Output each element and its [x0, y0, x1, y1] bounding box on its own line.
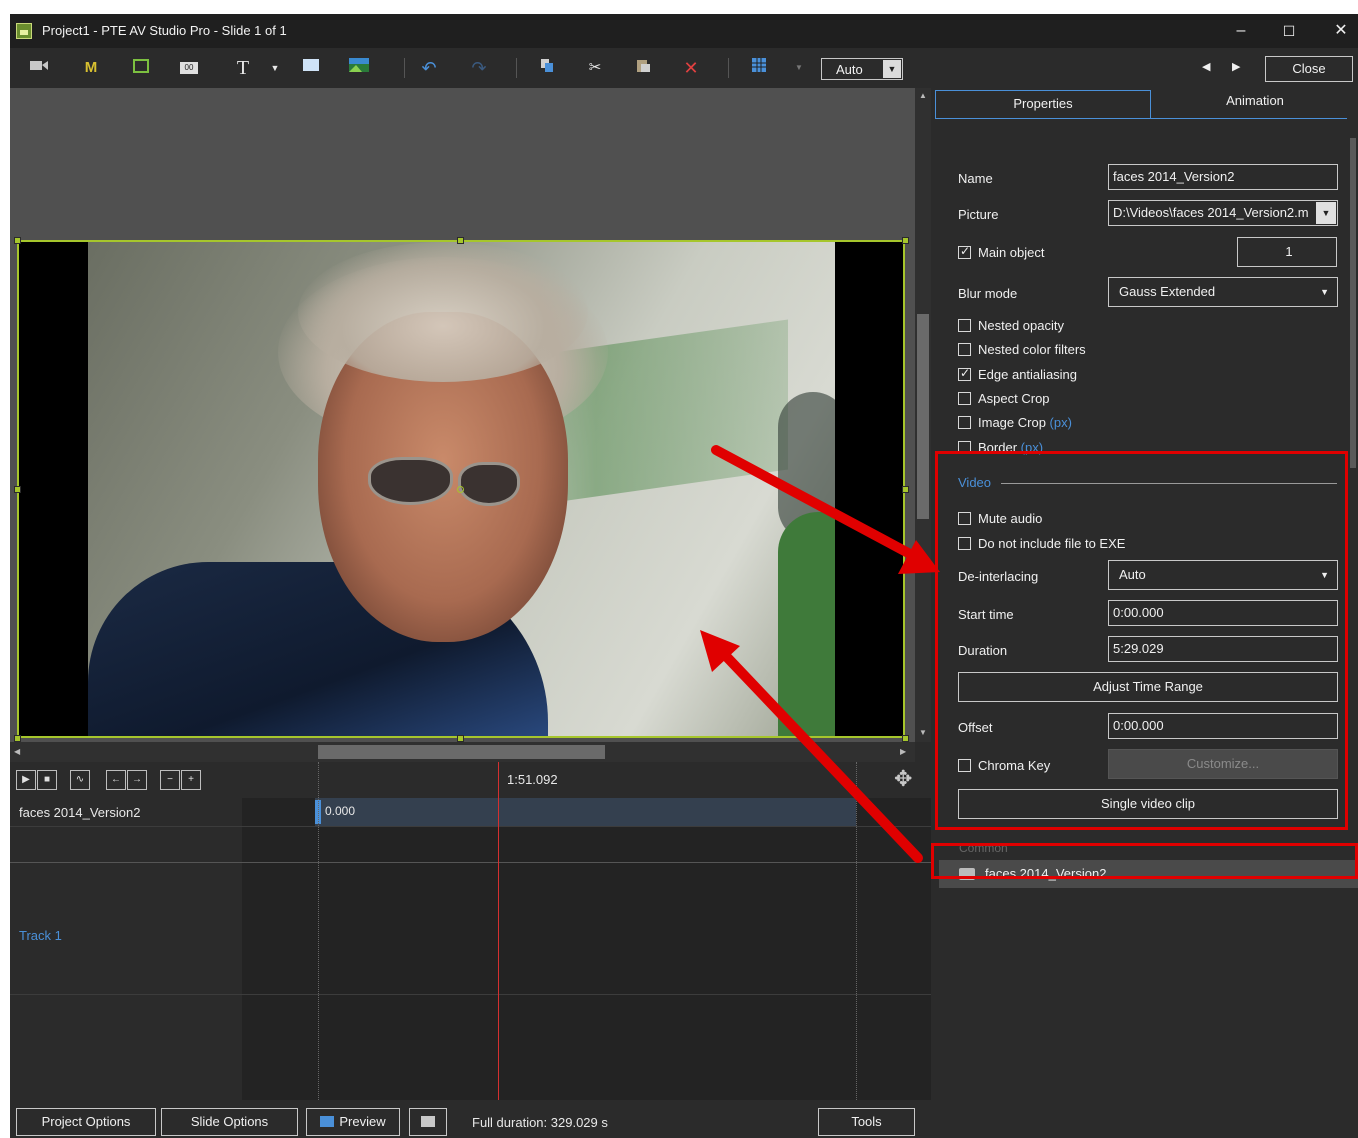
video-icon[interactable]: [28, 57, 50, 79]
fullscreen-preview-button[interactable]: [409, 1108, 447, 1136]
copy-icon[interactable]: [536, 57, 558, 79]
text-icon[interactable]: T: [232, 57, 254, 79]
resize-handle[interactable]: [457, 735, 464, 742]
zoom-in-icon[interactable]: +: [181, 770, 201, 790]
image-crop-checkbox[interactable]: Image Crop (px): [958, 415, 1072, 430]
resize-handle[interactable]: [14, 237, 21, 244]
slide-options-button[interactable]: Slide Options: [161, 1108, 298, 1136]
resize-handle[interactable]: [902, 237, 909, 244]
timeline-playhead[interactable]: [498, 762, 499, 1100]
canvas-horizontal-scrollbar[interactable]: ◀ ▶: [10, 742, 915, 762]
maximize-button[interactable]: ☐: [1272, 18, 1306, 44]
picture-label: Picture: [958, 207, 999, 222]
blur-mode-label: Blur mode: [958, 286, 1018, 301]
waveform-icon[interactable]: ∿: [70, 770, 90, 790]
picture-field[interactable]: D:\Videos\faces 2014_Version2.m ▼: [1108, 200, 1338, 226]
grid-dropdown-icon[interactable]: ▼: [788, 57, 810, 79]
mask-icon[interactable]: M: [80, 57, 102, 79]
project-options-button[interactable]: Project Options: [16, 1108, 156, 1136]
step-back-icon[interactable]: ←: [106, 770, 126, 790]
tab-animation[interactable]: Animation: [1157, 88, 1353, 116]
center-handle[interactable]: [457, 486, 464, 493]
nested-color-filters-checkbox[interactable]: Nested color filters: [958, 342, 1086, 357]
stop-icon[interactable]: ■: [37, 770, 57, 790]
track-label[interactable]: Track 1: [19, 928, 251, 943]
app-logo-icon: [16, 23, 32, 39]
close-window-button[interactable]: ✕: [1324, 18, 1358, 44]
cut-icon[interactable]: ✂: [584, 57, 606, 79]
previous-slide-icon[interactable]: ◀: [1202, 60, 1210, 73]
move-icon[interactable]: ✥: [894, 766, 912, 792]
zoom-value: Auto: [836, 62, 863, 77]
tools-button[interactable]: Tools: [818, 1108, 915, 1136]
timeline-clip[interactable]: 0.000: [315, 798, 856, 826]
blur-mode-value: Gauss Extended: [1119, 284, 1216, 299]
objects-list: faces 2014_Version2: [931, 860, 1358, 1100]
name-label: Name: [958, 171, 993, 186]
properties-scrollbar[interactable]: [1349, 118, 1357, 848]
resize-handle[interactable]: [902, 735, 909, 742]
monitor-icon: [421, 1116, 435, 1127]
aspect-crop-checkbox[interactable]: Aspect Crop: [958, 391, 1050, 406]
timeline[interactable]: faces 2014_Version2 Track 1 0.000: [10, 762, 931, 1100]
name-field[interactable]: faces 2014_Version2: [1108, 164, 1338, 190]
timeline-current-time: 1:51.092: [507, 772, 558, 787]
edge-antialiasing-checkbox[interactable]: Edge antialiasing: [958, 366, 1077, 382]
paste-icon[interactable]: [632, 57, 654, 79]
minimize-button[interactable]: –: [1224, 18, 1258, 44]
timeline-labels: faces 2014_Version2 Track 1: [10, 798, 242, 1100]
toolbar: M 00 T ▼ ↶ ↷ ✂ ✕ ▼ Auto ▼ ◀ ▶ Close: [10, 48, 1358, 88]
undo-icon[interactable]: ↶: [418, 57, 440, 79]
preview-icon: [320, 1116, 335, 1127]
blur-mode-select[interactable]: Gauss Extended ▼: [1108, 277, 1338, 307]
canvas-vertical-scrollbar[interactable]: ▲ ▼: [915, 88, 931, 742]
text-dropdown-icon[interactable]: ▼: [264, 57, 286, 79]
timeline-object-label: faces 2014_Version2: [19, 805, 141, 820]
resize-handle[interactable]: [457, 237, 464, 244]
bottom-bar: Project Options Slide Options Preview Fu…: [10, 1100, 1358, 1138]
object-list-highlight: [931, 843, 1358, 879]
rectangle-icon[interactable]: [300, 57, 322, 79]
tab-properties[interactable]: Properties: [935, 90, 1151, 118]
play-icon[interactable]: ▶: [16, 770, 36, 790]
full-duration: Full duration: 329.029 s: [472, 1115, 608, 1130]
main-object-number[interactable]: 1: [1237, 237, 1337, 267]
main-object-checkbox[interactable]: Main object: [958, 244, 1044, 260]
resize-handle[interactable]: [14, 486, 21, 493]
resize-handle[interactable]: [14, 735, 21, 742]
video-settings-highlight: [935, 451, 1348, 830]
delete-icon[interactable]: ✕: [680, 57, 702, 79]
resize-handle[interactable]: [902, 486, 909, 493]
grid-icon[interactable]: [748, 57, 770, 79]
frame-icon[interactable]: [130, 57, 152, 79]
title-bar: Project1 - PTE AV Studio Pro - Slide 1 o…: [10, 14, 1358, 48]
zoom-out-icon[interactable]: −: [160, 770, 180, 790]
counter-icon[interactable]: 00: [180, 62, 198, 74]
slide-canvas[interactable]: [10, 88, 915, 742]
redo-icon[interactable]: ↷: [468, 57, 490, 79]
window-title: Project1 - PTE AV Studio Pro - Slide 1 o…: [42, 23, 287, 38]
preview-label: Preview: [339, 1114, 386, 1129]
chevron-down-icon: ▼: [1320, 287, 1329, 297]
timeline-controls: ▶ ■ ∿ ← → − + 1:51.092 ✥: [10, 762, 931, 798]
close-button[interactable]: Close: [1265, 56, 1353, 82]
chevron-down-icon[interactable]: ▼: [1316, 202, 1336, 224]
image-icon[interactable]: [348, 57, 370, 79]
zoom-select[interactable]: Auto ▼: [821, 58, 903, 80]
nested-opacity-checkbox[interactable]: Nested opacity: [958, 318, 1064, 333]
chevron-down-icon[interactable]: ▼: [883, 60, 901, 78]
next-slide-icon[interactable]: ▶: [1232, 60, 1240, 73]
picture-path: D:\Videos\faces 2014_Version2.m: [1113, 205, 1309, 220]
step-forward-icon[interactable]: →: [127, 770, 147, 790]
clip-start-time: 0.000: [325, 804, 356, 818]
checkbox-checked[interactable]: [958, 244, 971, 259]
preview-button[interactable]: Preview: [306, 1108, 400, 1136]
